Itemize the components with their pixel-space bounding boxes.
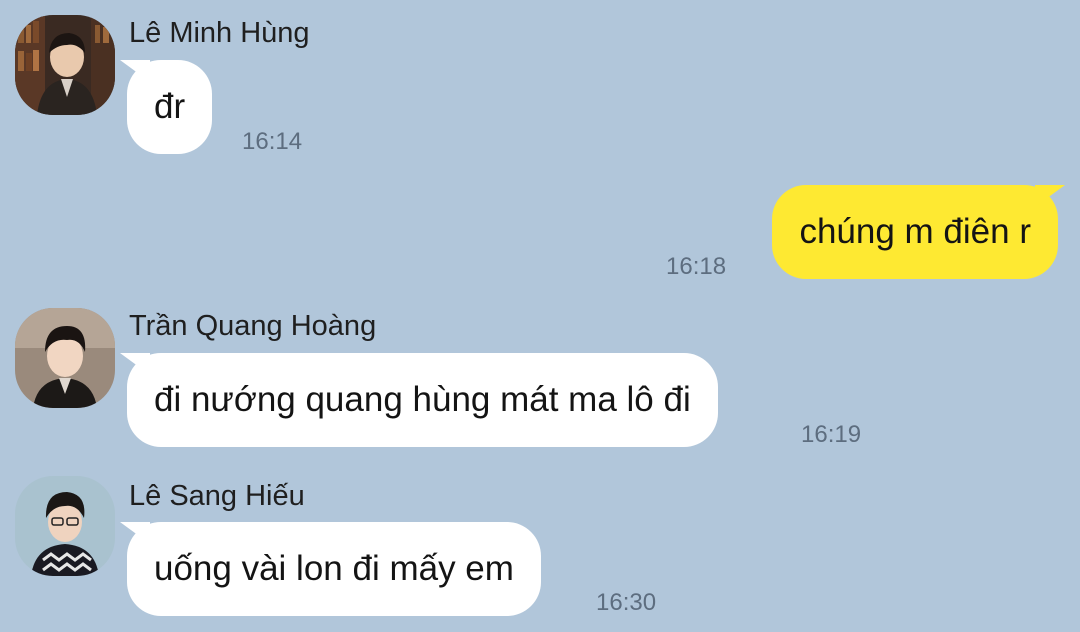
message-row: Lê Minh Hùng đr 16:14 — [0, 0, 1080, 170]
message-timestamp: 16:30 — [596, 589, 657, 616]
profile-photo-avatar-icon — [15, 15, 115, 115]
message-timestamp: 16:14 — [242, 128, 303, 155]
message-bubble[interactable]: uống vài lon đi mấy em — [127, 522, 541, 616]
message-bubble[interactable]: đr — [127, 60, 213, 154]
sender-avatar[interactable] — [15, 308, 115, 408]
message-bubble[interactable]: đi nướng quang hùng mát ma lô đi — [127, 353, 718, 447]
message-timestamp: 16:19 — [801, 421, 862, 448]
profile-photo-avatar-icon — [15, 308, 115, 408]
profile-photo-avatar-icon — [15, 476, 115, 576]
chat-message-list[interactable]: Lê Minh Hùng đr 16:14 chúng m điên r 16:… — [0, 0, 1080, 632]
sender-name: Trần Quang Hoàng — [129, 310, 377, 342]
sender-avatar[interactable] — [15, 476, 115, 576]
sender-name: Lê Minh Hùng — [129, 17, 310, 49]
message-row: Trần Quang Hoàng đi nướng quang hùng mát… — [0, 290, 1080, 460]
message-row: Lê Sang Hiếu uống vài lon đi mấy em 16:3… — [0, 460, 1080, 632]
message-bubble[interactable]: chúng m điên r — [772, 185, 1058, 279]
message-text: uống vài lon đi mấy em — [154, 549, 514, 588]
message-text: đr — [154, 87, 186, 126]
sender-avatar[interactable] — [15, 15, 115, 115]
message-text: chúng m điên r — [799, 212, 1031, 251]
message-row: chúng m điên r 16:18 — [0, 170, 1080, 290]
message-timestamp: 16:18 — [666, 253, 727, 280]
sender-name: Lê Sang Hiếu — [129, 480, 305, 512]
message-text: đi nướng quang hùng mát ma lô đi — [154, 380, 691, 419]
